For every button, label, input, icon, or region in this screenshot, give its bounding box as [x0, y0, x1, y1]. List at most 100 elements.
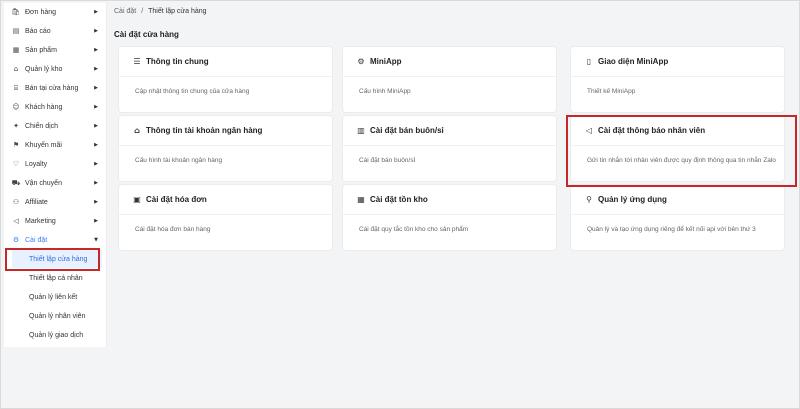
- card-title: Cài đặt hóa đơn: [146, 195, 207, 204]
- sidebar: 🛍 Đơn hàng ▶ ▤ Báo cáo ▶ ▦ Sản phẩm ▶ ⌂ …: [4, 3, 107, 347]
- sidebar-item-label: Loyalty: [25, 160, 48, 168]
- sidebar-item-marketing[interactable]: ◁ Marketing ▶: [4, 212, 106, 230]
- chevron-right-icon: ▶: [94, 9, 98, 15]
- sidebar-item-pos[interactable]: ⌸ Bán tại cửa hàng ▶: [4, 79, 106, 97]
- card-miniapp-interface[interactable]: ▯ Giao diện MiniApp Thiết kế MiniApp: [571, 47, 784, 112]
- chevron-right-icon: ▶: [94, 142, 98, 148]
- chevron-right-icon: ▶: [94, 104, 98, 110]
- chevron-right-icon: ▶: [94, 218, 98, 224]
- card-app-management[interactable]: ⚲ Quản lý ứng dụng Quản lý và tạo ứng dụn…: [571, 185, 784, 250]
- breadcrumb-current: Thiết lập cửa hàng: [148, 8, 207, 15]
- card-miniapp[interactable]: ⚙ MiniApp Cấu hình MiniApp: [343, 47, 556, 112]
- users-icon: ☺: [12, 103, 20, 111]
- page-title: Cài đặt cửa hàng: [114, 30, 179, 39]
- sidebar-item-label: Quản lý kho: [25, 65, 63, 73]
- card-divider: [119, 145, 332, 146]
- sidebar-item-reports[interactable]: ▤ Báo cáo ▶: [4, 22, 106, 40]
- card-divider: [119, 214, 332, 215]
- chevron-right-icon: ▶: [94, 28, 98, 34]
- chevron-down-icon: ▼: [94, 237, 98, 243]
- inventory-icon: ▦: [357, 195, 365, 204]
- card-description: Cài đặt bán buôn/sỉ: [359, 157, 416, 164]
- chevron-right-icon: ▶: [94, 199, 98, 205]
- sidebar-item-customers[interactable]: ☺ Khách hàng ▶: [4, 98, 106, 116]
- sidebar-item-label: Chiến dịch: [25, 122, 59, 130]
- sidebar-item-label: Marketing: [25, 217, 56, 225]
- card-description: Cấu hình MiniApp: [359, 88, 411, 95]
- phone-icon: ▯: [586, 57, 592, 66]
- sidebar-item-label: Sản phẩm: [25, 46, 57, 54]
- card-divider: [343, 76, 556, 77]
- card-title: Cài đặt tồn kho: [370, 195, 428, 204]
- card-title: MiniApp: [370, 57, 402, 66]
- invoice-icon: ▣: [133, 195, 141, 204]
- store-icon: ⌸: [13, 83, 19, 92]
- breadcrumb: Cài đặt / Thiết lập cửa hàng: [114, 8, 207, 15]
- sidebar-item-promotions[interactable]: ⚑ Khuyến mãi ▶: [4, 136, 106, 154]
- chevron-right-icon: ▶: [94, 66, 98, 72]
- megaphone-icon: ◁: [585, 126, 593, 135]
- card-divider: [119, 76, 332, 77]
- card-title: Giao diện MiniApp: [598, 57, 669, 66]
- sidebar-subitem-staff[interactable]: Quản lý nhân viên: [12, 307, 102, 325]
- sidebar-item-label: Affiliate: [25, 198, 48, 206]
- sidebar-item-products[interactable]: ▦ Sản phẩm ▶: [4, 41, 106, 59]
- campaign-icon: ✦: [13, 122, 19, 130]
- sidebar-item-shipping[interactable]: ⛟ Vận chuyển ▶: [4, 174, 106, 192]
- heart-icon: ♡: [12, 160, 20, 168]
- sidebar-item-label: Báo cáo: [25, 27, 51, 35]
- card-description: Cấu hình tài khoản ngân hàng: [135, 157, 223, 164]
- card-title: Thông tin chung: [146, 57, 209, 66]
- card-wholesale[interactable]: ▥ Cài đặt bán buôn/sỉ Cài đặt bán buôn/sỉ: [343, 116, 556, 181]
- list-icon: ☰: [133, 57, 141, 66]
- card-title: Cài đặt bán buôn/sỉ: [370, 126, 444, 135]
- card-inventory[interactable]: ▦ Cài đặt tồn kho Cài đặt quy tắc tồn kho…: [343, 185, 556, 250]
- barcode-icon: ▥: [357, 126, 365, 135]
- sidebar-item-label: Đơn hàng: [25, 8, 57, 16]
- card-description: Gửi tin nhắn tới nhân viên được quy định…: [587, 157, 776, 164]
- breadcrumb-root[interactable]: Cài đặt: [114, 8, 136, 15]
- card-description: Cài đặt quy tắc tồn kho cho sản phẩm: [359, 226, 469, 233]
- card-description: Cập nhật thông tin chung của cửa hàng: [135, 88, 250, 95]
- card-general-info[interactable]: ☰ Thông tin chung Cập nhật thông tin chun…: [119, 47, 332, 112]
- sidebar-subitem-personal-setup[interactable]: Thiết lập cá nhân: [12, 269, 102, 287]
- card-divider: [571, 76, 784, 77]
- sidebar-subitem-transactions[interactable]: Quản lý giao dịch: [12, 326, 102, 344]
- sidebar-subitem-store-setup[interactable]: Thiết lập cửa hàng: [12, 250, 102, 268]
- megaphone-icon: ◁: [13, 217, 19, 225]
- gear-icon: ⚙: [357, 57, 365, 66]
- sidebar-item-label: Cài đặt: [25, 236, 48, 244]
- breadcrumb-separator: /: [141, 8, 144, 15]
- card-description: Thiết kế MiniApp: [587, 88, 636, 95]
- sidebar-subitem-links[interactable]: Quản lý liên kết: [12, 288, 102, 306]
- sidebar-item-label: Bán tại cửa hàng: [25, 84, 79, 92]
- truck-icon: ⛟: [11, 178, 21, 187]
- sidebar-item-loyalty[interactable]: ♡ Loyalty ▶: [4, 155, 106, 173]
- shopping-bag-icon: 🛍: [11, 8, 21, 16]
- clipboard-icon: ▤: [12, 27, 20, 35]
- warehouse-icon: ⌂: [13, 65, 19, 73]
- card-divider: [343, 214, 556, 215]
- sidebar-item-orders[interactable]: 🛍 Đơn hàng ▶: [4, 3, 106, 21]
- card-title: Thông tin tài khoản ngân hàng: [146, 126, 263, 135]
- key-icon: ⚲: [586, 195, 592, 204]
- chevron-right-icon: ▶: [94, 47, 98, 53]
- chevron-right-icon: ▶: [94, 180, 98, 186]
- sidebar-item-affiliate[interactable]: ⚇ Affiliate ▶: [4, 193, 106, 211]
- sidebar-item-campaigns[interactable]: ✦ Chiến dịch ▶: [4, 117, 106, 135]
- card-description: Quản lý và tạo ứng dụng riêng để kết nối…: [587, 226, 756, 233]
- chevron-right-icon: ▶: [94, 161, 98, 167]
- sidebar-item-settings[interactable]: ⚙ Cài đặt ▼: [4, 231, 106, 249]
- card-description: Cài đặt hóa đơn bán hàng: [135, 226, 211, 233]
- sidebar-item-label: Khách hàng: [25, 103, 63, 111]
- bank-icon: ⌂: [134, 126, 140, 135]
- sidebar-item-warehouse[interactable]: ⌂ Quản lý kho ▶: [4, 60, 106, 78]
- box-icon: ▦: [12, 46, 20, 54]
- link-icon: ⚇: [12, 198, 20, 206]
- card-divider: [343, 145, 556, 146]
- card-staff-notifications[interactable]: ◁ Cài đặt thông báo nhân viên Gửi tin nhắ…: [571, 116, 784, 181]
- gift-icon: ⚑: [12, 141, 20, 149]
- card-bank-account[interactable]: ⌂ Thông tin tài khoản ngân hàng Cấu hình …: [119, 116, 332, 181]
- gear-icon: ⚙: [12, 236, 20, 244]
- card-invoice[interactable]: ▣ Cài đặt hóa đơn Cài đặt hóa đơn bán hàn…: [119, 185, 332, 250]
